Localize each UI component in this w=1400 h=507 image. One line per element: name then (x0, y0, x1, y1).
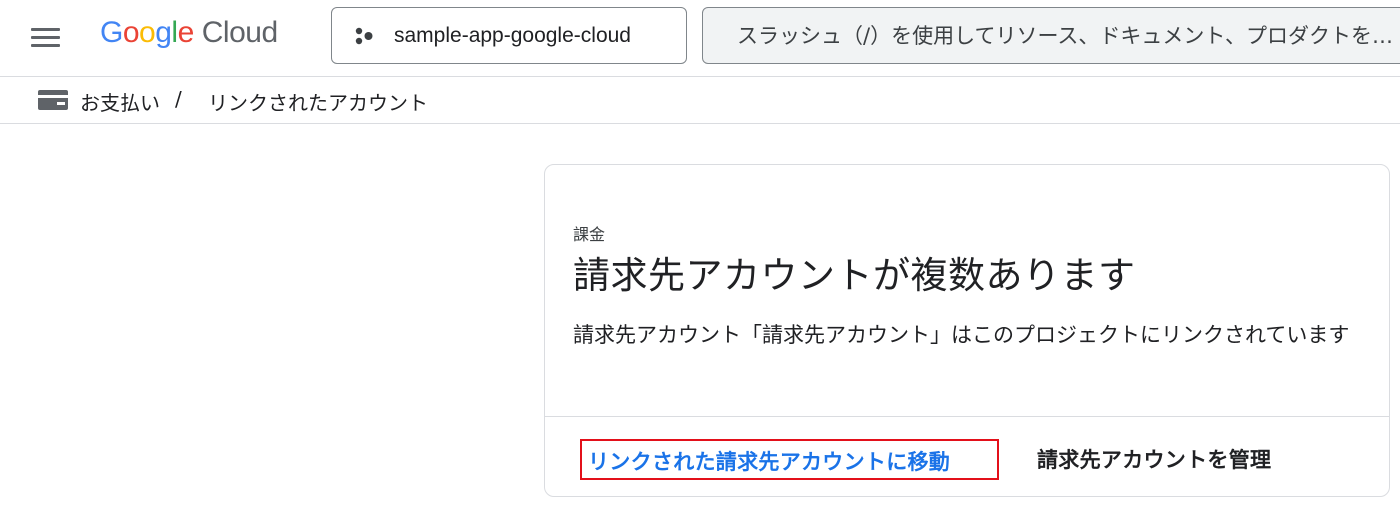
manage-billing-accounts-link[interactable]: 請求先アカウントを管理 (1037, 444, 1271, 474)
google-cloud-logo[interactable]: Google Cloud (100, 16, 278, 50)
project-name: sample-app-google-cloud (394, 24, 631, 47)
breadcrumb: お支払い / リンクされたアカウント (0, 77, 1400, 124)
breadcrumb-item-linked-account: リンクされたアカウント (208, 91, 428, 115)
top-bar: Google Cloud sample-app-google-cloud (0, 0, 1400, 77)
card-eyebrow: 課金 (573, 225, 606, 244)
card-body-text: 請求先アカウント「請求先アカウント」はこのプロジェクトにリンクされています (573, 323, 1350, 347)
card-title: 請求先アカウントが複数あります (573, 254, 1136, 297)
hamburger-menu-icon[interactable] (28, 22, 64, 52)
billing-card: 課金 請求先アカウントが複数あります 請求先アカウント「請求先アカウント」はこの… (544, 164, 1390, 497)
project-hexagon-icon (355, 27, 373, 45)
project-picker-button[interactable]: sample-app-google-cloud (331, 7, 687, 64)
card-divider (545, 416, 1389, 417)
billing-card-icon (38, 90, 68, 110)
go-to-linked-billing-account-label: リンクされた請求先アカウントに移動 (588, 450, 951, 474)
search-box[interactable] (702, 7, 1400, 64)
breadcrumb-separator: / (175, 87, 182, 111)
breadcrumb-item-billing[interactable]: お支払い (80, 87, 160, 116)
go-to-linked-billing-account-link[interactable]: リンクされた請求先アカウントに移動 (580, 439, 999, 480)
search-input[interactable] (737, 20, 1400, 52)
